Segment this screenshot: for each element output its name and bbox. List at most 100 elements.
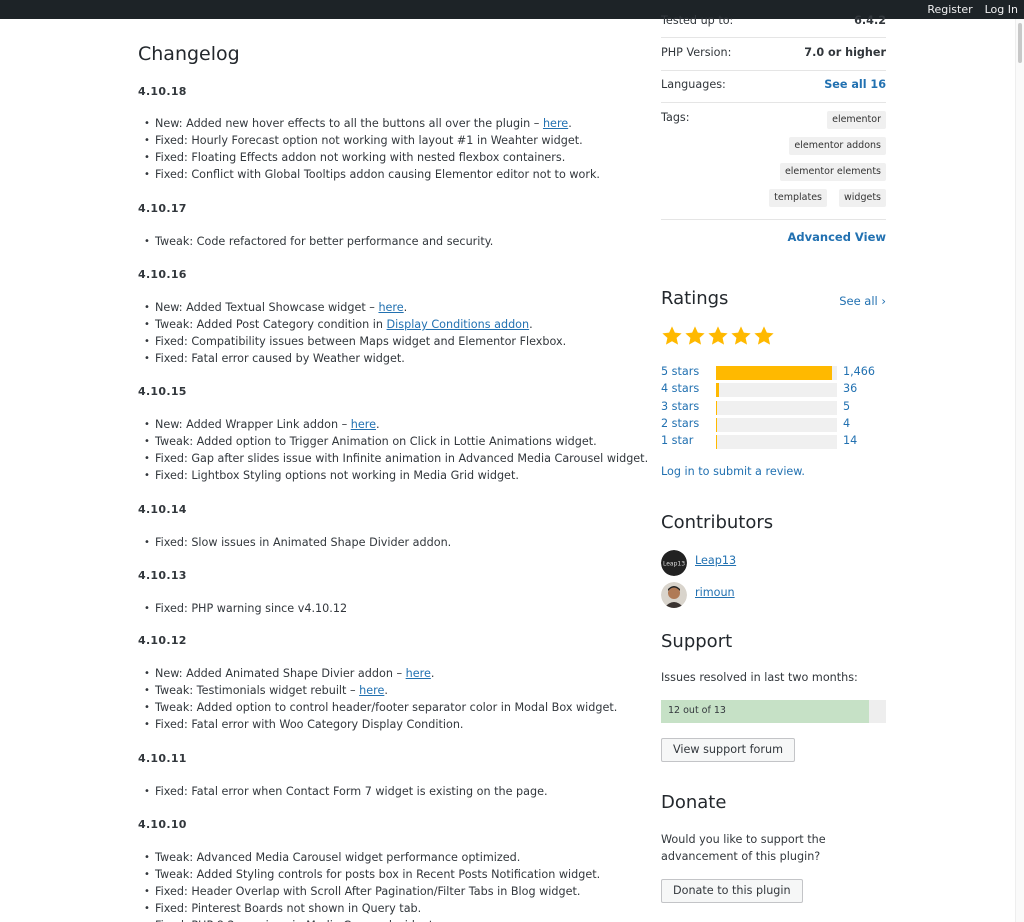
version-changes-list: Tweak: Advanced Media Carousel widget pe… (138, 849, 600, 922)
donate-title: Donate (661, 792, 727, 813)
change-link[interactable]: here (359, 684, 384, 697)
contributor-name[interactable]: Leap13 (695, 554, 736, 567)
register-link[interactable]: Register (927, 3, 972, 16)
tested-value: 6.4.2 (854, 14, 886, 27)
change-link[interactable]: here (543, 117, 568, 130)
rating-row[interactable]: 3 stars 5 (661, 399, 886, 416)
rating-count[interactable]: 5 (843, 400, 850, 413)
rating-count[interactable]: 4 (843, 417, 850, 430)
average-rating-stars (661, 325, 775, 347)
tag-elementor-elements[interactable]: elementor elements (779, 163, 886, 181)
change-item: Fixed: Hourly Forecast option not workin… (138, 132, 600, 149)
changelog-title: Changelog (138, 43, 240, 65)
rating-bar (716, 366, 837, 380)
change-text: Tweak: Testimonials widget rebuilt – (155, 684, 360, 697)
leap13-avatar-text: Leap13 (663, 561, 685, 568)
scrollbar[interactable] (1015, 19, 1024, 922)
version-heading: 4.10.12 (138, 634, 187, 647)
change-item: New: Added Animated Shape Divier addon –… (138, 665, 617, 682)
rating-bar-fill (716, 435, 718, 449)
change-text-after: . (403, 301, 408, 314)
rating-count[interactable]: 14 (843, 434, 857, 447)
rating-label[interactable]: 3 stars (661, 400, 699, 413)
change-text: Fixed: Fatal error with Woo Category Dis… (155, 718, 464, 731)
change-text: Fixed: Fatal error when Contact Form 7 w… (155, 785, 548, 798)
change-item: Tweak: Added option to Trigger Animation… (138, 433, 648, 450)
view-support-forum-button[interactable]: View support forum (661, 738, 795, 762)
change-item: Fixed: Conflict with Global Tooltips add… (138, 166, 600, 183)
change-text: Tweak: Code refactored for better perfor… (155, 235, 494, 248)
rating-label[interactable]: 1 star (661, 434, 693, 447)
change-link[interactable]: here (351, 418, 376, 431)
change-text: Fixed: Gap after slides issue with Infin… (155, 452, 649, 465)
star-icon (754, 326, 774, 345)
star-icon (731, 326, 751, 345)
rating-row[interactable]: 4 stars 36 (661, 381, 886, 398)
submit-review-link[interactable]: Log in to submit a review. (661, 465, 805, 478)
tag-templates[interactable]: templates (769, 189, 827, 207)
login-link[interactable]: Log In (985, 3, 1018, 16)
tested-label: Tested up to: (661, 14, 734, 27)
rating-bar (716, 435, 837, 449)
rating-label[interactable]: 5 stars (661, 365, 699, 378)
star-icon (708, 326, 728, 345)
change-text-after: . (375, 418, 380, 431)
version-heading: 4.10.16 (138, 268, 187, 281)
languages-label: Languages: (661, 78, 726, 91)
change-text: Fixed: Compatibility issues between Maps… (155, 335, 567, 348)
change-text: New: Added Textual Showcase widget – (155, 301, 379, 314)
ratings-see-all-link[interactable]: See all › (839, 294, 886, 308)
change-item: New: Added Wrapper Link addon – here. (138, 416, 648, 433)
rating-label[interactable]: 4 stars (661, 382, 699, 395)
rating-bar (716, 383, 837, 397)
donate-text: Would you like to support the advancemen… (661, 833, 826, 863)
change-item: Fixed: Floating Effects addon not workin… (138, 149, 600, 166)
change-text: Fixed: Hourly Forecast option not workin… (155, 134, 583, 147)
php-value: 7.0 or higher (804, 46, 886, 59)
issues-resolved-text: 12 out of 13 (668, 705, 726, 716)
admin-bar-links: Register Log In (927, 0, 1018, 19)
change-item: New: Added new hover effects to all the … (138, 115, 600, 132)
tag-elementor-addons[interactable]: elementor addons (789, 137, 886, 155)
advanced-view-link[interactable]: Advanced View (788, 230, 887, 244)
change-text: Tweak: Added Post Category condition in (155, 318, 387, 331)
change-item: Tweak: Advanced Media Carousel widget pe… (138, 849, 600, 866)
rating-row[interactable]: 5 stars 1,466 (661, 364, 886, 381)
donate-button[interactable]: Donate to this plugin (661, 879, 803, 903)
rating-row[interactable]: 2 stars 4 (661, 416, 886, 433)
change-item: Fixed: Lightbox Styling options not work… (138, 467, 648, 484)
rating-bar-fill (716, 366, 833, 380)
change-item: Fixed: PHP warning since v4.10.12 (138, 600, 347, 617)
see-all-label: See all (839, 294, 878, 308)
scrollbar-thumb[interactable] (1018, 23, 1022, 63)
change-item: Fixed: Fatal error caused by Weather wid… (138, 350, 566, 367)
change-link[interactable]: Display Conditions addon (387, 318, 530, 331)
version-heading: 4.10.11 (138, 752, 187, 765)
rating-label[interactable]: 2 stars (661, 417, 699, 430)
php-label: PHP Version: (661, 46, 732, 59)
change-item: Fixed: Compatibility issues between Maps… (138, 333, 566, 350)
chevron-right-icon: › (881, 294, 886, 308)
tags-label: Tags: (661, 111, 690, 124)
contributor-name[interactable]: rimoun (695, 586, 735, 599)
change-item: Fixed: Gap after slides issue with Infin… (138, 450, 648, 467)
change-link[interactable]: here (406, 667, 431, 680)
version-heading: 4.10.17 (138, 202, 187, 215)
version-heading: 4.10.10 (138, 818, 187, 831)
support-title: Support (661, 631, 733, 652)
rating-count[interactable]: 1,466 (843, 365, 875, 378)
tag-elementor[interactable]: elementor (827, 111, 886, 129)
change-text-after: . (430, 667, 435, 680)
rating-count[interactable]: 36 (843, 382, 857, 395)
change-text-after: . (529, 318, 533, 331)
change-item: Fixed: Pinterest Boards not shown in Que… (138, 900, 600, 917)
change-text: Tweak: Added option to control header/fo… (155, 701, 618, 714)
issues-resolved-label: Issues resolved in last two months: (661, 671, 858, 684)
languages-see-all-link[interactable]: See all 16 (824, 78, 886, 91)
change-text: New: Added new hover effects to all the … (155, 117, 543, 130)
change-item: Tweak: Added option to control header/fo… (138, 699, 617, 716)
change-link[interactable]: here (378, 301, 403, 314)
tag-widgets[interactable]: widgets (839, 189, 886, 207)
rating-row[interactable]: 1 star 14 (661, 433, 886, 450)
change-text-after: . (384, 684, 388, 697)
